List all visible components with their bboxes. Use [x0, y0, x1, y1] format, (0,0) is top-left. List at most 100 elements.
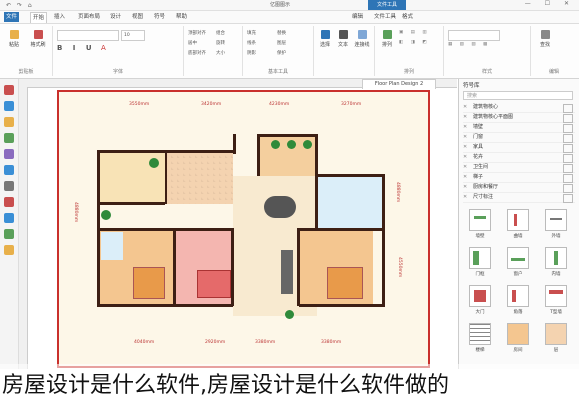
shadow-button[interactable]: 阴影 [247, 50, 256, 56]
bed-2[interactable] [197, 270, 231, 298]
floor-plan[interactable]: 3550mm 3420mm 4230mm 3270mm 4040mm 2920m… [57, 90, 430, 368]
list-item[interactable]: ✕ 家具 [463, 143, 575, 153]
shape-inner-wall[interactable]: 内墙 [541, 247, 571, 283]
symbol-search-input[interactable]: 搜索 [463, 91, 573, 100]
tool-10-icon[interactable] [4, 229, 14, 239]
shape-outer-wall[interactable]: 外墙 [541, 209, 571, 245]
bed-3[interactable] [327, 267, 363, 299]
tab-format[interactable]: 格式 [400, 12, 415, 22]
close-icon[interactable]: ✕ [463, 143, 467, 152]
style-small-icons[interactable]: ▦ ▧ ▨ ▩ [448, 42, 490, 47]
group-button[interactable]: 组合 [216, 30, 225, 36]
list-item[interactable]: ✕ 卫生间 [463, 163, 575, 173]
align-bottom-button[interactable]: 底部对齐 [188, 50, 206, 56]
tool-3-icon[interactable] [4, 117, 14, 127]
text-button[interactable]: 文本 [334, 30, 352, 48]
font-family-select[interactable] [57, 30, 119, 41]
shape-t-wall[interactable]: T型墙 [541, 285, 571, 321]
find-button[interactable]: 查找 [535, 30, 555, 48]
tool-7-icon[interactable] [4, 181, 14, 191]
cursor-icon [320, 30, 330, 39]
select-button[interactable]: 选择 [316, 30, 334, 48]
group-arrange-label: 排列 [403, 69, 414, 75]
align-center-button[interactable]: 居中 [188, 40, 197, 46]
tab-file-tools[interactable]: 文件工具 [372, 12, 398, 22]
protect-button[interactable]: 保护 [277, 50, 286, 56]
tab-view[interactable]: 视图 [130, 12, 145, 22]
align-top-button[interactable]: 顶部对齐 [188, 30, 206, 36]
font-style-buttons[interactable]: B I U [57, 44, 96, 52]
list-item[interactable]: ✕ 建筑物核心 [463, 103, 575, 113]
close-icon[interactable]: ✕ [463, 113, 467, 122]
shape-curved-wall[interactable]: 曲墙 [503, 209, 533, 245]
dining-table[interactable] [264, 196, 296, 218]
tab-home[interactable]: 开始 [30, 12, 48, 23]
close-icon[interactable]: ✕ [463, 123, 467, 132]
list-item[interactable]: ✕ 尺寸标注 [463, 193, 575, 203]
dim-right-1: 4880mm [395, 182, 400, 203]
document-tab[interactable]: Floor Plan Design 2 [362, 79, 436, 89]
tab-insert[interactable]: 插入 [52, 12, 67, 22]
font-size-select[interactable]: 10 [121, 30, 145, 41]
list-item[interactable]: ✕ 花卉 [463, 153, 575, 163]
dim-bottom-1: 4040mm [134, 340, 155, 345]
tab-help[interactable]: 帮助 [174, 12, 189, 22]
list-item[interactable]: ✕ 梯子 [463, 173, 575, 183]
close-icon[interactable]: ✕ [463, 163, 467, 172]
window-controls[interactable]: — ☐ ✕ [525, 0, 575, 7]
arrange-small-icons[interactable]: ▣ ▤ ▥ [399, 30, 430, 35]
font-color-button[interactable]: A [101, 44, 106, 52]
plant-2-icon [271, 140, 280, 149]
style-select[interactable] [448, 30, 500, 41]
close-icon[interactable]: ✕ [463, 183, 467, 192]
shape-door-frame[interactable]: 门框 [465, 247, 495, 283]
tab-page-layout[interactable]: 页面布局 [76, 12, 102, 22]
shape-gate[interactable]: 大门 [465, 285, 495, 321]
size-button[interactable]: 大小 [216, 50, 225, 56]
tool-11-icon[interactable] [4, 245, 14, 255]
shape-corner[interactable]: 角落 [503, 285, 533, 321]
close-icon[interactable]: ✕ [463, 153, 467, 162]
quick-access-toolbar[interactable]: ↶ ↷ ⌂ [6, 2, 34, 9]
tool-4-icon[interactable] [4, 133, 14, 143]
tab-symbols[interactable]: 符号 [152, 12, 167, 22]
close-icon[interactable]: ✕ [463, 103, 467, 112]
list-item[interactable]: ✕ 门窗 [463, 133, 575, 143]
close-icon[interactable]: ✕ [463, 173, 467, 182]
rotate-button[interactable]: 旋转 [216, 40, 225, 46]
arrange-button[interactable]: 排列 [377, 30, 397, 48]
close-icon[interactable]: ✕ [463, 193, 467, 202]
shape-floor[interactable]: 层 [541, 323, 571, 359]
connector-button[interactable]: 连接线 [352, 30, 372, 48]
shape-stairs[interactable]: 楼梯 [465, 323, 495, 359]
shape-wall[interactable]: 墙壁 [465, 209, 495, 245]
room-dining[interactable] [165, 152, 233, 204]
room-small-bath[interactable] [101, 232, 123, 260]
bed-1[interactable] [133, 267, 165, 299]
list-item[interactable]: ✕ 建筑物核心平面图 [463, 113, 575, 123]
list-item[interactable]: ✕ 厨房和餐厅 [463, 183, 575, 193]
line-button[interactable]: 线条 [247, 40, 256, 46]
replace-button[interactable]: 替换 [277, 30, 286, 36]
fill-button[interactable]: 填充 [247, 30, 256, 36]
shape-window[interactable]: 窗户 [503, 247, 533, 283]
list-item[interactable]: ✕ 墙壁 [463, 123, 575, 133]
close-icon[interactable]: ✕ [463, 133, 467, 142]
paste-button[interactable]: 粘贴 [4, 30, 24, 48]
tool-1-icon[interactable] [4, 85, 14, 95]
tab-file[interactable]: 文件 [4, 12, 20, 22]
sofa[interactable] [281, 250, 293, 294]
format-painter-button[interactable]: 格式刷 [27, 30, 49, 48]
tool-2-icon[interactable] [4, 101, 14, 111]
tab-edit[interactable]: 编辑 [350, 12, 365, 22]
tool-8-icon[interactable] [4, 197, 14, 207]
layer-button[interactable]: 图层 [277, 40, 286, 46]
tab-design[interactable]: 设计 [108, 12, 123, 22]
tool-5-icon[interactable] [4, 149, 14, 159]
tool-9-icon[interactable] [4, 213, 14, 223]
room-bathroom[interactable] [317, 176, 383, 228]
dim-top-3: 4230mm [269, 102, 290, 107]
tool-6-icon[interactable] [4, 165, 14, 175]
arrange-small-icons-2[interactable]: ◧ ◨ ◩ [399, 40, 430, 45]
shape-room[interactable]: 房间 [503, 323, 533, 359]
